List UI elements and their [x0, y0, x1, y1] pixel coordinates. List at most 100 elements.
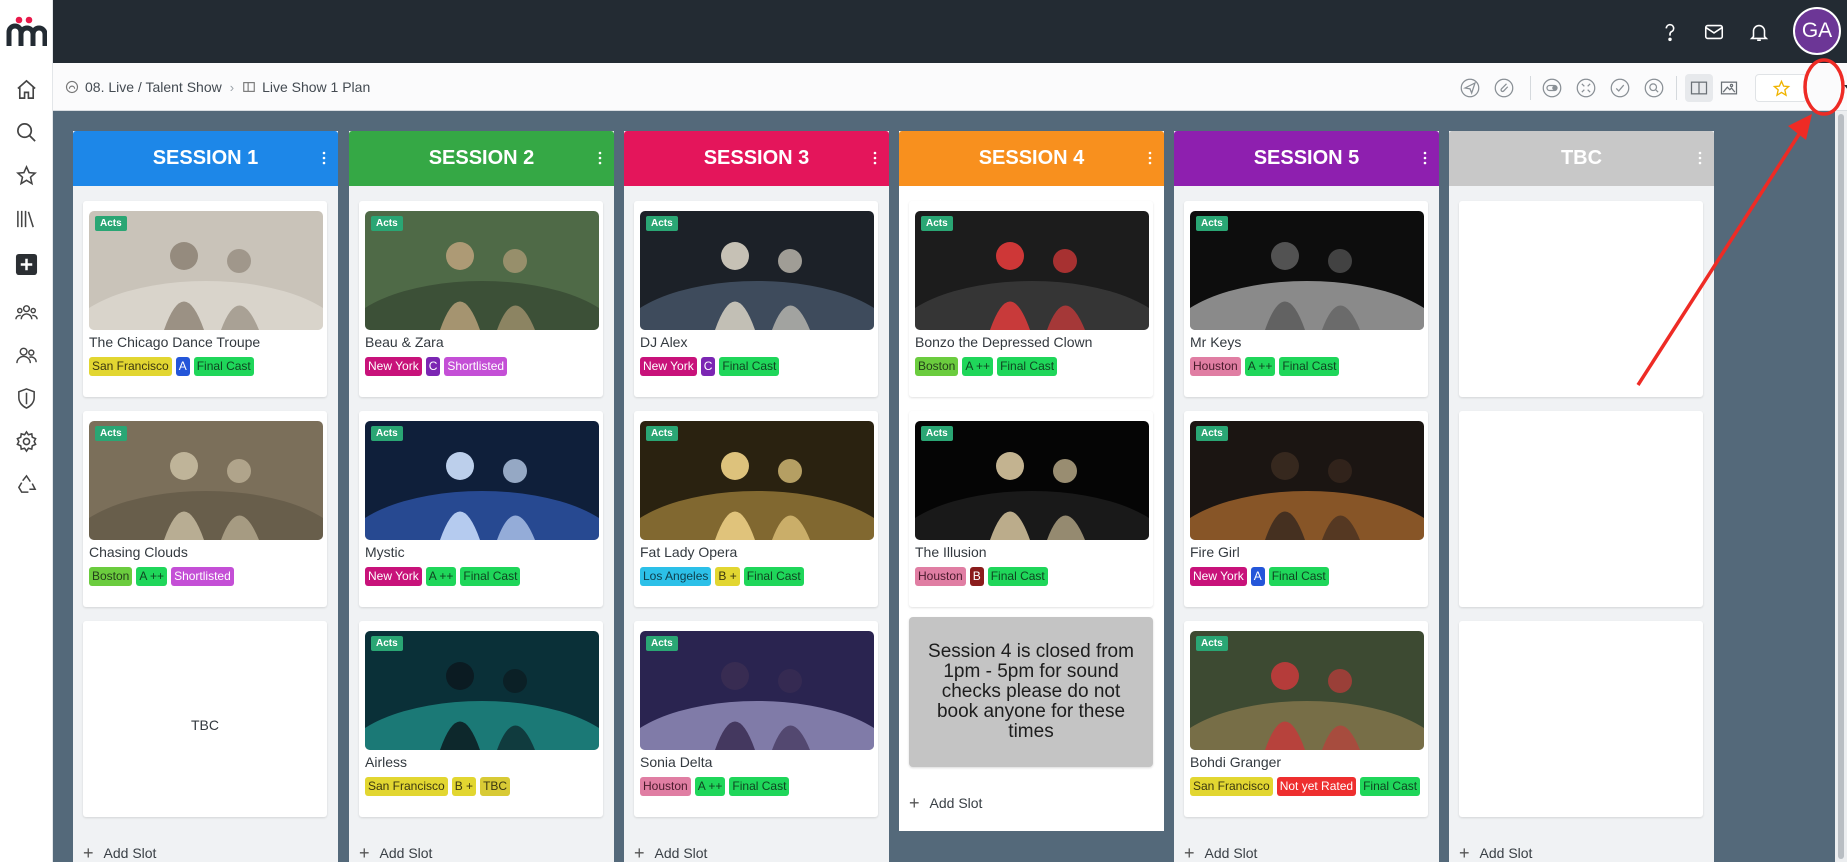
star-icon[interactable] [8, 158, 45, 192]
add-icon[interactable] [8, 247, 45, 281]
column-header[interactable]: TBC [1449, 131, 1714, 186]
column-menu-icon[interactable] [1419, 150, 1431, 166]
tag: Final Cast [1279, 357, 1340, 376]
act-card[interactable]: Acts Airless San Francisco B + TBC [359, 621, 603, 817]
settings-icon[interactable] [8, 424, 45, 458]
breadcrumb-board[interactable]: Live Show 1 Plan [262, 79, 370, 95]
app-logo-icon[interactable] [5, 14, 48, 50]
add-slot-button[interactable]: + Add Slot [909, 794, 983, 812]
act-card[interactable]: Acts Mystic New York A ++ Final Cast [359, 411, 603, 607]
act-card[interactable]: Acts Beau & Zara New York C Shortlisted [359, 201, 603, 397]
tag: A ++ [694, 777, 726, 796]
column-menu-icon[interactable] [1144, 150, 1156, 166]
tag: Final Cast [193, 357, 254, 376]
act-card[interactable]: Acts The Chicago Dance Troupe San Francisc… [83, 201, 327, 397]
acts-badge: Acts [371, 426, 403, 441]
tag: New York [1190, 567, 1247, 586]
act-card[interactable]: Acts Chasing Clouds Boston A ++ Shortlisted [83, 411, 327, 607]
teams-icon[interactable] [8, 295, 45, 329]
add-slot-label: Add Slot [929, 795, 983, 811]
add-slot-button[interactable]: + Add Slot [83, 843, 156, 862]
board-icon [243, 82, 255, 92]
tag-list: Houston B Final Cast [915, 567, 1149, 586]
library-icon[interactable] [8, 201, 45, 235]
toggle-icon[interactable] [1538, 74, 1566, 102]
column-menu-icon[interactable] [594, 150, 606, 166]
act-card[interactable]: Acts DJ Alex New York C Final Cast [634, 201, 878, 397]
act-title: DJ Alex [640, 334, 688, 350]
column-header[interactable]: SESSION 3 [624, 131, 889, 186]
act-card[interactable]: Acts Bonzo the Depressed Clown Boston A ++ F… [909, 201, 1153, 397]
acts-badge: Acts [95, 216, 127, 231]
act-card[interactable]: Acts Fat Lady Opera Los Angeles B + Final Ca… [634, 411, 878, 607]
column-title: SESSION 4 [978, 147, 1085, 169]
attachment-icon[interactable] [1490, 74, 1518, 102]
tag: New York [365, 567, 422, 586]
breadcrumb-workspace[interactable]: 08. Live / Talent Show [85, 79, 222, 95]
act-title: Fire Girl [1190, 544, 1240, 560]
board-scrollbar[interactable] [1835, 111, 1847, 862]
tag: B + [715, 567, 740, 586]
tag: Shortlisted [444, 357, 508, 376]
column-menu-icon[interactable] [1694, 150, 1706, 166]
act-title: The Chicago Dance Troupe [89, 334, 261, 350]
empty-slot[interactable] [1459, 411, 1703, 607]
help-icon[interactable] [1657, 19, 1683, 45]
add-slot-button[interactable]: + Add Slot [634, 844, 708, 862]
column-header[interactable]: SESSION 5 [1174, 131, 1439, 186]
card-image-icon[interactable] [1715, 74, 1743, 102]
favorite-button[interactable] [1755, 74, 1807, 102]
act-card[interactable]: Acts Mr Keys Houston A ++ Final Cast [1184, 201, 1428, 397]
collapse-icon[interactable] [1572, 74, 1600, 102]
add-slot-button[interactable]: + Add Slot [359, 844, 433, 862]
add-slot-label: Add Slot [654, 845, 708, 861]
recycle-icon[interactable] [8, 467, 45, 501]
act-card[interactable]: Acts The Illusion Houston B Final Cast [909, 411, 1153, 607]
tag: Final Cast [997, 357, 1058, 376]
act-card[interactable]: Acts Fire Girl New York A Final Cast [1184, 411, 1428, 607]
tag-list: Los Angeles B + Final Cast [640, 567, 874, 586]
home-icon[interactable] [8, 72, 45, 106]
bell-icon[interactable] [1746, 19, 1772, 45]
plus-icon: + [83, 843, 94, 862]
tag: A ++ [1244, 357, 1276, 376]
check-circle-icon[interactable] [1606, 74, 1634, 102]
acts-badge: Acts [646, 426, 678, 441]
board-toolbar: 08. Live / Talent Show › Live Show 1 Pla… [53, 63, 1847, 111]
users-icon[interactable] [8, 338, 45, 372]
act-title: Bonzo the Depressed Clown [915, 334, 1093, 350]
act-title: Airless [365, 754, 408, 770]
column-menu-icon[interactable] [869, 150, 881, 166]
column-header[interactable]: SESSION 1 [73, 131, 338, 186]
add-slot-button[interactable]: + Add Slot [1184, 844, 1257, 862]
add-slot-label: Add Slot [379, 845, 433, 861]
act-title: The Illusion [915, 544, 987, 560]
act-title: Fat Lady Opera [640, 544, 738, 560]
column-header[interactable]: SESSION 4 [899, 131, 1164, 186]
tag: Houston [640, 777, 691, 796]
board-view-icon[interactable] [1685, 74, 1713, 102]
empty-slot[interactable] [1459, 201, 1703, 397]
breadcrumb: 08. Live / Talent Show › Live Show 1 Pla… [65, 79, 370, 95]
empty-slot[interactable] [1459, 621, 1703, 817]
tag-list: Boston A ++ Shortlisted [89, 567, 323, 586]
column-menu-icon[interactable] [318, 150, 330, 166]
act-title: Mystic [365, 544, 405, 560]
star-icon [1772, 79, 1790, 97]
mail-icon[interactable] [1701, 19, 1727, 45]
tag-list: New York C Shortlisted [365, 357, 599, 376]
chevron-down-icon[interactable] [1841, 80, 1847, 94]
act-card[interactable]: Acts Sonia Delta Houston A ++ Final Cast [634, 621, 878, 817]
tbc-slot[interactable]: TBC [83, 621, 327, 817]
column-header[interactable]: SESSION 2 [349, 131, 614, 186]
zoom-icon[interactable] [1640, 74, 1668, 102]
shield-icon[interactable] [8, 381, 45, 415]
search-icon[interactable] [8, 115, 45, 149]
user-avatar[interactable]: GA [1793, 7, 1841, 55]
session-note-card[interactable]: Session 4 is closed from 1pm - 5pm for s… [909, 617, 1153, 767]
act-card[interactable]: Acts Bohdi Granger San Francisco Not yet Ra… [1184, 621, 1428, 817]
tag-list: Houston A ++ Final Cast [1190, 357, 1424, 376]
send-icon[interactable] [1456, 74, 1484, 102]
add-slot-button[interactable]: + Add Slot [1459, 843, 1532, 862]
plus-icon: + [1459, 843, 1470, 862]
